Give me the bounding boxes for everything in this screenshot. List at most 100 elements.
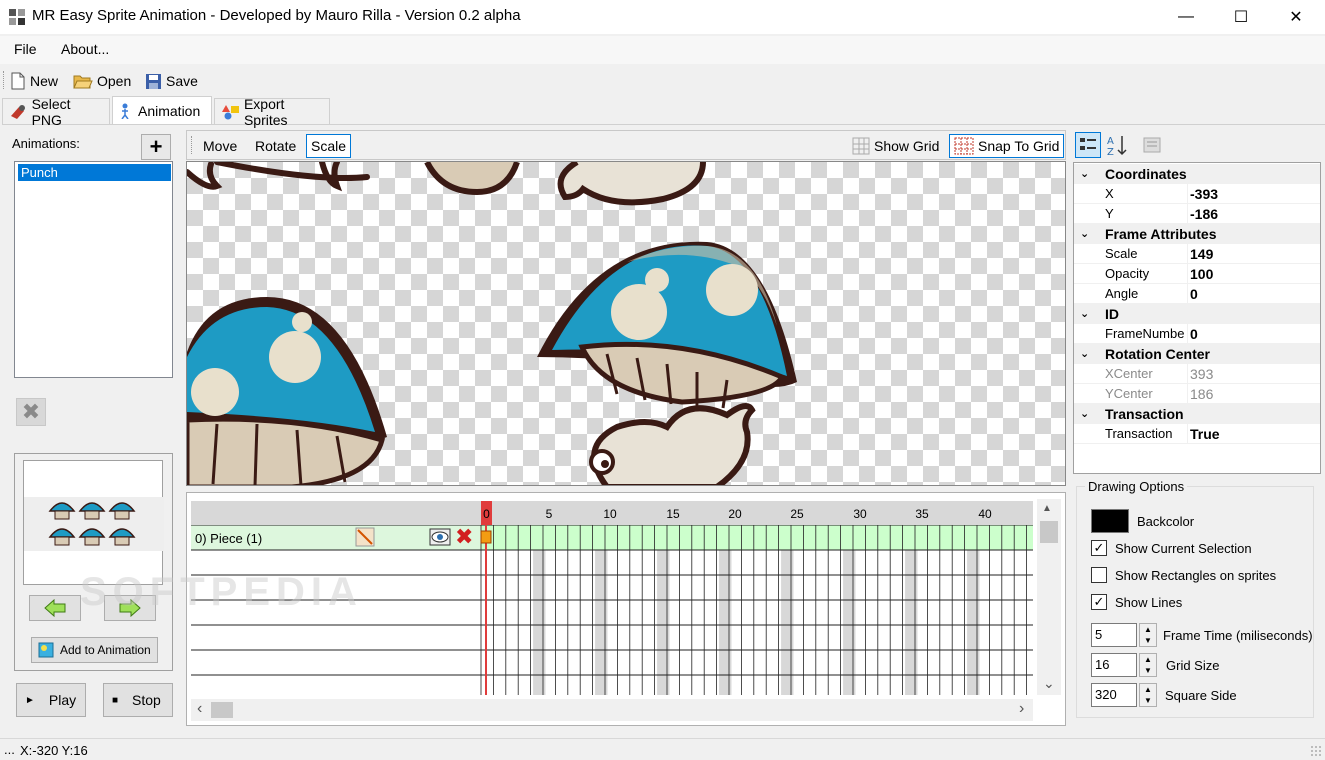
category-label: ID <box>1105 306 1119 322</box>
spin-up-icon[interactable]: ▲ <box>1140 684 1156 695</box>
property-row-angle[interactable]: Angle 0 <box>1074 284 1320 304</box>
frame-time-stepper[interactable]: ▲ ▼ <box>1139 623 1157 647</box>
show-current-selection-checkbox[interactable]: ✓ <box>1091 540 1107 556</box>
add-to-animation-button[interactable]: Add to Animation <box>31 637 158 663</box>
category-rotation-center[interactable]: ⌄ Rotation Center <box>1074 344 1320 364</box>
scroll-down-icon[interactable]: ⌄ <box>1043 675 1055 692</box>
tab-select-png[interactable]: Select PNG <box>2 96 110 128</box>
property-row-x[interactable]: X -393 <box>1074 184 1320 204</box>
scroll-left-icon[interactable]: ‹ <box>197 700 202 718</box>
list-item[interactable]: Punch <box>18 164 171 181</box>
scale-tool-button[interactable]: Scale <box>306 134 352 158</box>
close-button[interactable]: ✕ <box>1273 0 1319 34</box>
spin-down-icon[interactable]: ▼ <box>1140 665 1156 676</box>
category-label: Coordinates <box>1105 166 1187 182</box>
status-bar: ... X:-320 Y:16 <box>0 738 1325 760</box>
watermark-text: SOFTPEDIA <box>80 570 363 614</box>
checkbox-check-icon: ✓ <box>1093 540 1105 555</box>
property-row-scale[interactable]: Scale 149 <box>1074 244 1320 264</box>
property-value[interactable]: -186 <box>1190 204 1218 224</box>
property-row-y[interactable]: Y -186 <box>1074 204 1320 224</box>
animations-list[interactable]: Punch <box>14 161 173 378</box>
backcolor-swatch[interactable] <box>1091 509 1129 533</box>
category-transaction[interactable]: ⌄ Transaction <box>1074 404 1320 424</box>
timeline-vertical-scrollbar[interactable]: ▲ ⌄ <box>1037 499 1061 695</box>
category-id[interactable]: ⌄ ID <box>1074 304 1320 324</box>
minimize-button[interactable]: — <box>1163 0 1209 34</box>
maximize-icon: ☐ <box>1233 9 1249 26</box>
show-current-selection-label[interactable]: Show Current Selection <box>1115 541 1252 556</box>
property-value[interactable]: True <box>1190 424 1220 444</box>
property-row-framenumber[interactable]: FrameNumbe 0 <box>1074 324 1320 344</box>
layer-name[interactable]: 0) Piece (1) <box>195 531 262 546</box>
square-side-stepper[interactable]: ▲ ▼ <box>1139 683 1157 707</box>
category-coordinates[interactable]: ⌄ Coordinates <box>1074 164 1320 184</box>
maximize-button[interactable]: ☐ <box>1218 0 1264 34</box>
categorized-button[interactable] <box>1075 132 1101 158</box>
window-title: MR Easy Sprite Animation - Developed by … <box>32 7 521 24</box>
scroll-up-icon[interactable]: ▲ <box>1042 503 1052 514</box>
frame-time-input[interactable]: 5 <box>1091 623 1137 647</box>
stop-button[interactable]: ■ Stop <box>103 683 173 717</box>
property-value: 393 <box>1190 366 1214 382</box>
tick-label: 20 <box>728 507 742 521</box>
previous-sprite-button[interactable] <box>29 595 81 621</box>
scrollbar-thumb[interactable] <box>1040 521 1058 543</box>
menu-about[interactable]: About... <box>61 41 109 57</box>
timeline-header: 0 5 10 15 20 25 30 35 40 <box>191 501 1033 525</box>
open-button[interactable]: Open <box>73 70 131 92</box>
property-pages-button[interactable] <box>1141 133 1165 157</box>
property-value[interactable]: 149 <box>1190 244 1213 264</box>
stop-icon: ■ <box>112 694 119 706</box>
tick-label: 15 <box>666 507 680 521</box>
property-row-opacity[interactable]: Opacity 100 <box>1074 264 1320 284</box>
spin-down-icon[interactable]: ▼ <box>1140 635 1156 646</box>
add-animation-button[interactable]: + <box>141 134 171 160</box>
spin-up-icon[interactable]: ▲ <box>1140 624 1156 635</box>
grid-size-input[interactable]: 16 <box>1091 653 1137 677</box>
menu-file[interactable]: File <box>14 41 37 57</box>
tab-export-sprites[interactable]: Export Sprites <box>214 96 330 128</box>
plus-icon: + <box>149 134 163 159</box>
property-value[interactable]: 0 <box>1190 324 1198 344</box>
eye-icon[interactable] <box>429 528 451 546</box>
scrollbar-thumb[interactable] <box>211 702 233 718</box>
delete-animation-button[interactable]: ✖ <box>16 398 46 426</box>
resize-grip[interactable] <box>1310 745 1322 757</box>
property-row-xcenter: XCenter 393 <box>1074 364 1320 384</box>
show-rectangles-checkbox[interactable] <box>1091 567 1107 583</box>
property-value[interactable]: -393 <box>1190 184 1218 204</box>
frame-marker-column <box>657 550 670 700</box>
tab-label: Animation <box>138 102 201 119</box>
save-button[interactable]: Save <box>145 70 198 92</box>
property-row-transaction[interactable]: Transaction True <box>1074 424 1320 444</box>
property-value[interactable]: 0 <box>1190 284 1198 304</box>
property-value[interactable]: 100 <box>1190 264 1213 284</box>
floppy-icon <box>146 73 161 89</box>
category-frame-attributes[interactable]: ⌄ Frame Attributes <box>1074 224 1320 244</box>
show-lines-label[interactable]: Show Lines <box>1115 595 1182 610</box>
property-row-ycenter: YCenter 186 <box>1074 384 1320 404</box>
rotate-tool-button[interactable]: Rotate <box>251 134 300 158</box>
show-grid-button[interactable]: Show Grid <box>848 134 943 158</box>
grid-icon <box>852 137 870 155</box>
play-button[interactable]: ► Play <box>16 683 86 717</box>
square-side-input[interactable]: 320 <box>1091 683 1137 707</box>
grid-size-stepper[interactable]: ▲ ▼ <box>1139 653 1157 677</box>
move-tool-button[interactable]: Move <box>199 134 241 158</box>
spin-up-icon[interactable]: ▲ <box>1140 654 1156 665</box>
new-button[interactable]: New <box>10 70 58 92</box>
timeline-horizontal-scrollbar[interactable]: ‹ › <box>191 699 1033 721</box>
spin-down-icon[interactable]: ▼ <box>1140 695 1156 706</box>
frame-marker-column <box>533 550 546 700</box>
property-name: FrameNumbe <box>1105 326 1185 341</box>
scroll-right-icon[interactable]: › <box>1019 700 1024 718</box>
delete-layer-icon[interactable]: ✖ <box>455 526 473 548</box>
save-label: Save <box>166 73 198 89</box>
sprite-canvas[interactable] <box>186 161 1066 486</box>
show-rectangles-label[interactable]: Show Rectangles on sprites <box>1115 568 1276 583</box>
alphabetical-button[interactable]: AZ <box>1105 133 1131 160</box>
tab-animation[interactable]: Animation <box>112 96 212 124</box>
show-lines-checkbox[interactable]: ✓ <box>1091 594 1107 610</box>
snap-to-grid-button[interactable]: Snap To Grid <box>949 134 1065 158</box>
